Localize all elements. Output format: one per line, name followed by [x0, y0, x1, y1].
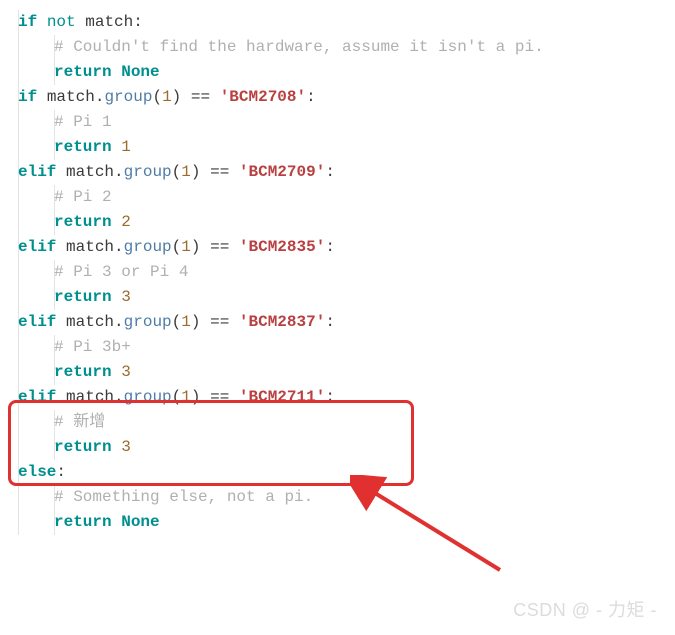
code-line: return None	[54, 60, 675, 85]
code-line: # Pi 1	[54, 110, 675, 135]
code-line: elif match.group(1) == 'BCM2835':	[18, 235, 675, 260]
code-line: return 3	[54, 285, 675, 310]
string-literal: 'BCM2708'	[220, 88, 306, 106]
code-line: elif match.group(1) == 'BCM2837':	[18, 310, 675, 335]
code-line: return 3	[54, 360, 675, 385]
code-line: return 2	[54, 210, 675, 235]
code-line: # Something else, not a pi.	[54, 485, 675, 510]
function-call: group	[104, 88, 152, 106]
code-line: # Pi 3 or Pi 4	[54, 260, 675, 285]
identifier: match	[85, 13, 133, 31]
code-line: return None	[54, 510, 675, 535]
code-line: # 新增	[54, 410, 675, 435]
keyword-elif: elif	[18, 163, 56, 181]
code-line: return 1	[54, 135, 675, 160]
code-line: # Pi 2	[54, 185, 675, 210]
code-line: elif match.group(1) == 'BCM2711':	[18, 385, 675, 410]
comment: # Couldn't find the hardware, assume it …	[54, 38, 544, 56]
code-line: # Pi 3b+	[54, 335, 675, 360]
keyword-if: if	[18, 13, 37, 31]
watermark: CSDN @ - 力矩 -	[513, 598, 657, 623]
keyword-if: if	[18, 88, 37, 106]
keyword-else: else	[18, 463, 56, 481]
code-block: if not match: # Couldn't find the hardwa…	[0, 10, 675, 535]
code-line: elif match.group(1) == 'BCM2709':	[18, 160, 675, 185]
code-line: if not match:	[18, 10, 675, 35]
code-line: else:	[18, 460, 675, 485]
code-line: if match.group(1) == 'BCM2708':	[18, 85, 675, 110]
keyword-return: return	[54, 63, 112, 81]
literal-none: None	[121, 63, 159, 81]
keyword-not: not	[47, 13, 76, 31]
code-line: return 3	[54, 435, 675, 460]
code-line: # Couldn't find the hardware, assume it …	[54, 35, 675, 60]
